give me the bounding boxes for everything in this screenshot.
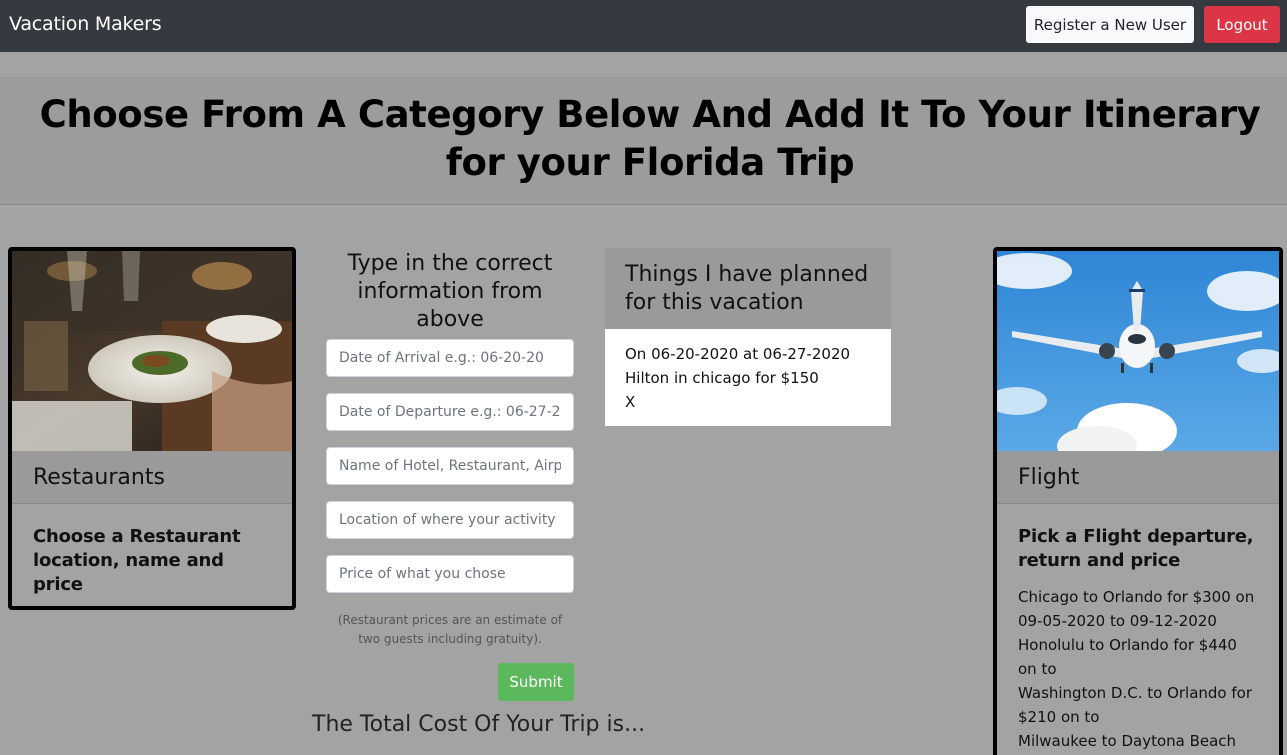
- restaurant-card-body: Choose a Restaurant location, name and p…: [12, 505, 292, 597]
- flight-option[interactable]: Honolulu to Orlando for $440 on to: [1018, 633, 1258, 681]
- flight-option[interactable]: Chicago to Orlando for $300 on 09-05-202…: [1018, 585, 1258, 633]
- restaurant-price-note: (Restaurant prices are an estimate of tw…: [337, 613, 563, 646]
- register-user-button[interactable]: Register a New User: [1026, 6, 1194, 43]
- form-heading: Type in the correct information from abo…: [347, 251, 553, 332]
- restaurant-card-header: Restaurants: [12, 451, 292, 504]
- arrival-date-input[interactable]: [326, 339, 574, 377]
- planned-item-dates: On 06-20-2020 at 06-27-2020: [625, 345, 851, 363]
- itinerary-form: Type in the correct information from abo…: [326, 250, 574, 701]
- brand-link[interactable]: Vacation Makers: [9, 13, 162, 35]
- page-title: Choose From A Category Below And Add It …: [39, 93, 1261, 184]
- restaurant-dinner-image: [12, 251, 292, 451]
- location-input[interactable]: [326, 501, 574, 539]
- submit-button[interactable]: Submit: [498, 663, 574, 701]
- airplane-image: [997, 251, 1279, 451]
- flight-photo: [997, 251, 1279, 451]
- restaurant-card-title: Choose a Restaurant location, name and p…: [33, 526, 241, 595]
- planned-items-header: Things I have planned for this vacation: [605, 248, 891, 329]
- remove-item-button[interactable]: X: [625, 390, 635, 414]
- planned-items-card: Things I have planned for this vacation …: [605, 248, 891, 426]
- price-input[interactable]: [326, 555, 574, 593]
- total-cost-heading: The Total Cost Of Your Trip is...: [312, 712, 646, 737]
- departure-date-input[interactable]: [326, 393, 574, 431]
- flight-option[interactable]: Milwaukee to Daytona Beach for: [1018, 729, 1258, 755]
- planned-item-description: Hilton in chicago for $150: [625, 369, 819, 387]
- top-navbar: Vacation Makers Register a New User Logo…: [0, 0, 1287, 52]
- planned-items-body: On 06-20-2020 at 06-27-2020 Hilton in ch…: [605, 329, 891, 426]
- flight-card-header: Flight: [997, 451, 1279, 504]
- place-name-input[interactable]: [326, 447, 574, 485]
- flight-card[interactable]: Flight Pick a Flight departure, return a…: [993, 247, 1283, 755]
- logout-button[interactable]: Logout: [1204, 6, 1280, 43]
- flight-options-list: Chicago to Orlando for $300 on 09-05-202…: [1018, 585, 1258, 755]
- flight-card-body: Pick a Flight departure, return and pric…: [997, 505, 1279, 755]
- restaurant-card[interactable]: Restaurants Choose a Restaurant location…: [8, 247, 296, 610]
- flight-option[interactable]: Washington D.C. to Orlando for $210 on t…: [1018, 681, 1258, 729]
- page-header: Choose From A Category Below And Add It …: [0, 77, 1287, 205]
- restaurant-photo: [12, 251, 292, 451]
- flight-card-title: Pick a Flight departure, return and pric…: [1018, 526, 1254, 571]
